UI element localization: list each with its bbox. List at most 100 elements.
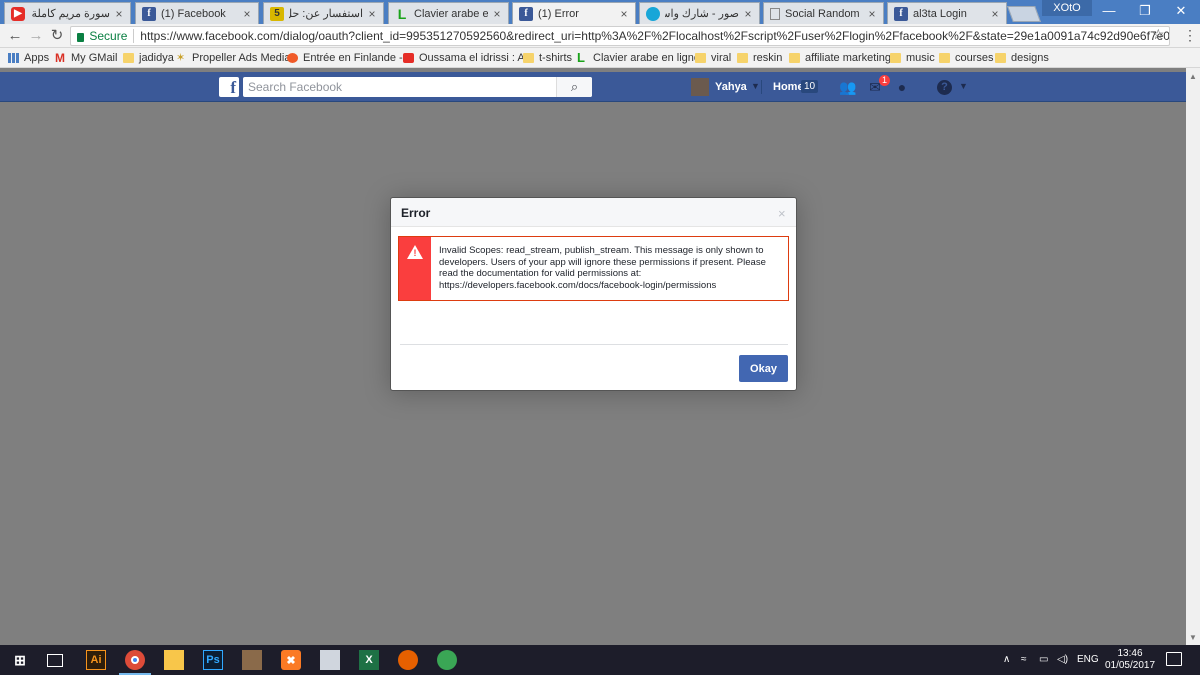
dialog-title: Error	[401, 206, 431, 220]
close-tab-icon[interactable]: ×	[492, 7, 502, 21]
vertical-scrollbar[interactable]: ▲ ▼	[1186, 68, 1200, 645]
bookmark-propeller-ads-media[interactable]: ✶ Propeller Ads Media	[176, 51, 290, 65]
chevron-up-icon[interactable]: ∧	[1003, 654, 1010, 665]
home-count-badge: 10	[801, 80, 819, 93]
bookmark-label: Propeller Ads Media	[192, 52, 291, 64]
chrome-icon[interactable]	[119, 650, 151, 675]
profile-badge[interactable]: XOtO	[1042, 0, 1092, 16]
browser-menu-icon[interactable]: ⋮	[1183, 27, 1197, 44]
scroll-down-icon[interactable]: ▼	[1189, 633, 1197, 642]
close-tab-icon[interactable]: ×	[867, 7, 877, 21]
messages-count-badge: 1	[879, 75, 891, 86]
language-indicator[interactable]: ENG	[1077, 654, 1099, 665]
browser-tab-strip: ▶ سورة مريم كاملة × f (1) Facebook × 5 ا…	[0, 0, 1200, 24]
tab-al3ta-login[interactable]: f al3ta Login ×	[887, 2, 1007, 24]
gm-icon: M	[55, 51, 65, 65]
apps-icon	[8, 53, 19, 63]
bookmark-jadidya[interactable]: jadidya	[123, 51, 174, 65]
chevron-down-icon[interactable]: ▼	[751, 81, 760, 91]
okay-button[interactable]: Okay	[739, 355, 788, 382]
bookmark-reskin[interactable]: reskin	[737, 51, 782, 65]
firefox-icon[interactable]	[398, 650, 418, 670]
close-tab-icon[interactable]: ×	[114, 7, 124, 21]
scroll-up-icon[interactable]: ▲	[1189, 72, 1197, 81]
close-tab-icon[interactable]: ×	[619, 7, 629, 21]
home-link[interactable]: Home	[773, 81, 804, 93]
bookmark-entr-e-en-finlande-a[interactable]: Entrée en Finlande - A	[287, 51, 412, 65]
tab-youtube[interactable]: ▶ سورة مريم كاملة ×	[4, 2, 131, 24]
bookmark-label: Entrée en Finlande - A	[303, 52, 413, 64]
tab-arabic-site[interactable]: صور - شارك واستمتع ×	[639, 2, 760, 24]
url-text[interactable]: https://www.facebook.com/dialog/oauth?cl…	[140, 29, 1169, 43]
windows-taskbar: ⊞ Ai Ps ✖ X ∧ ≈ ▭ ◁) ENG 13:46 01/05/201…	[0, 645, 1200, 675]
photoshop-icon[interactable]: Ps	[203, 650, 223, 670]
facebook-search-input[interactable]	[243, 77, 592, 97]
task-view-icon[interactable]	[47, 654, 63, 667]
tab-title: صور - شارك واستمتع	[665, 8, 739, 20]
facebook-logo-icon[interactable]: f	[219, 77, 239, 97]
bookmark-oussama-el-idrissi-af[interactable]: Oussama el idrissi : Af	[403, 51, 528, 65]
app-window-icon[interactable]	[320, 650, 340, 670]
tab-title: سورة مريم كاملة	[31, 8, 110, 20]
avatar[interactable]	[691, 78, 709, 96]
pa-icon: ✶	[176, 52, 186, 64]
tab-clavier-arabe[interactable]: L Clavier arabe en ligne ×	[388, 2, 509, 24]
search-icon[interactable]: ⌕	[556, 77, 592, 97]
bookmark-my-gmail[interactable]: M My GMail	[55, 51, 117, 65]
friend-requests-icon[interactable]: 👥	[839, 79, 857, 95]
bookmark-viral[interactable]: viral	[695, 51, 731, 65]
omnibox[interactable]: Secure https://www.facebook.com/dialog/o…	[70, 26, 1170, 46]
maximize-icon[interactable]: ❐	[1127, 0, 1163, 22]
bookmark-label: Clavier arabe en ligne	[593, 52, 701, 64]
bookmark-label: viral	[711, 52, 732, 64]
gl-icon: L	[577, 50, 585, 65]
bookmark-designs[interactable]: designs	[995, 51, 1049, 65]
bookmark-t-shirts[interactable]: t-shirts	[523, 51, 572, 65]
tab-title: (1) Facebook	[161, 7, 226, 20]
excel-icon[interactable]: X	[359, 650, 379, 670]
notification-center-icon[interactable]	[1166, 652, 1182, 666]
account-menu-chevron-icon[interactable]: ▼	[959, 81, 968, 91]
tab-facebook[interactable]: f (1) Facebook ×	[135, 2, 259, 24]
help-icon[interactable]: ?	[937, 80, 952, 95]
xampp-icon[interactable]: ✖	[281, 650, 301, 670]
battery-icon[interactable]: ▭	[1039, 654, 1048, 665]
close-window-icon[interactable]: ✕	[1163, 0, 1199, 22]
secure-label: Secure	[89, 29, 128, 43]
notifications-globe-icon[interactable]: ●	[893, 79, 911, 95]
dialog-divider	[400, 344, 788, 345]
close-tab-icon[interactable]: ×	[242, 7, 252, 21]
close-tab-icon[interactable]: ×	[367, 7, 377, 21]
profile-name-link[interactable]: Yahya	[715, 81, 747, 93]
close-icon[interactable]: ×	[778, 206, 786, 221]
bookmark-clavier-arabe-en-ligne[interactable]: L Clavier arabe en ligne	[577, 51, 700, 65]
reload-icon[interactable]: ↻	[48, 27, 66, 45]
volume-icon[interactable]: ◁)	[1057, 654, 1068, 665]
app-icon[interactable]	[242, 650, 262, 670]
bookmark-music[interactable]: music	[890, 51, 935, 65]
bookmark-label: designs	[1011, 52, 1049, 64]
windows-start-icon[interactable]: ⊞	[10, 650, 30, 670]
bookmark-star-icon[interactable]: ☆	[1152, 26, 1165, 43]
illustrator-icon[interactable]: Ai	[86, 650, 106, 670]
tab-b5[interactable]: 5 استفسار عن: حل مشـ ×	[263, 2, 384, 24]
clock-date: 01/05/2017	[1104, 660, 1156, 671]
folder-icon	[995, 53, 1006, 63]
clock[interactable]: 13:46 01/05/2017	[1103, 648, 1157, 672]
error-dialog: Error × ! Invalid Scopes: read_stream, p…	[390, 197, 797, 391]
network-app-icon[interactable]	[437, 650, 457, 670]
wifi-icon[interactable]: ≈	[1021, 654, 1027, 665]
forward-arrow-icon[interactable]: →	[27, 27, 45, 45]
bookmark-affiliate-marketing[interactable]: affiliate marketing	[789, 51, 891, 65]
close-tab-icon[interactable]: ×	[990, 7, 1000, 21]
tab-error-active[interactable]: f (1) Error ×	[512, 2, 636, 24]
close-tab-icon[interactable]: ×	[743, 7, 753, 21]
folder-icon	[123, 53, 134, 63]
bookmark-courses[interactable]: courses	[939, 51, 994, 65]
new-tab-button[interactable]	[1007, 6, 1041, 22]
tab-social-random-chat[interactable]: Social Random Chat ×	[763, 2, 884, 24]
back-arrow-icon[interactable]: ←	[6, 27, 24, 45]
file-explorer-icon[interactable]	[164, 650, 184, 670]
minimize-icon[interactable]: —	[1091, 0, 1127, 22]
bookmark-apps[interactable]: Apps	[8, 51, 49, 65]
